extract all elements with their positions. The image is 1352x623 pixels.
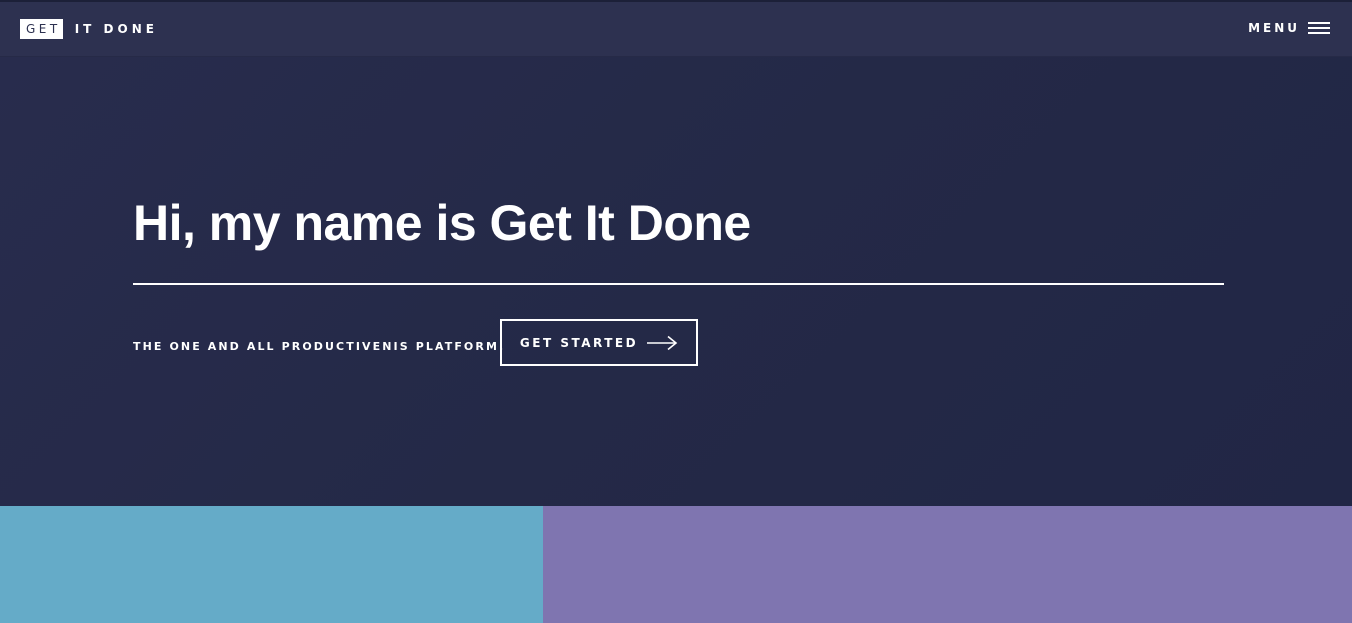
navbar: GET IT DONE MENU	[0, 0, 1352, 57]
hero-headline: Hi, my name is Get It Done	[133, 195, 751, 251]
logo-mark: GET	[20, 19, 63, 39]
get-started-button[interactable]: GET STARTED	[500, 319, 698, 366]
get-started-label: GET STARTED	[519, 335, 639, 350]
menu-button[interactable]: MENU	[1248, 21, 1330, 35]
hamburger-icon	[1308, 22, 1330, 34]
hero-divider	[133, 283, 1224, 285]
menu-label: MENU	[1248, 21, 1300, 35]
feature-panel-left	[0, 506, 543, 623]
logo-link[interactable]: GET IT DONE	[20, 19, 158, 39]
hero-section: Hi, my name is Get It Done THE ONE AND A…	[0, 57, 1352, 506]
page: GET IT DONE MENU Hi, my name is Get It D…	[0, 0, 1352, 623]
logo-text: IT DONE	[74, 22, 158, 36]
feature-panel-right	[543, 506, 1352, 623]
arrow-right-icon	[647, 335, 678, 350]
hero-tagline: THE ONE AND ALL PRODUCTIVENIS PLATFORM.	[133, 340, 506, 353]
